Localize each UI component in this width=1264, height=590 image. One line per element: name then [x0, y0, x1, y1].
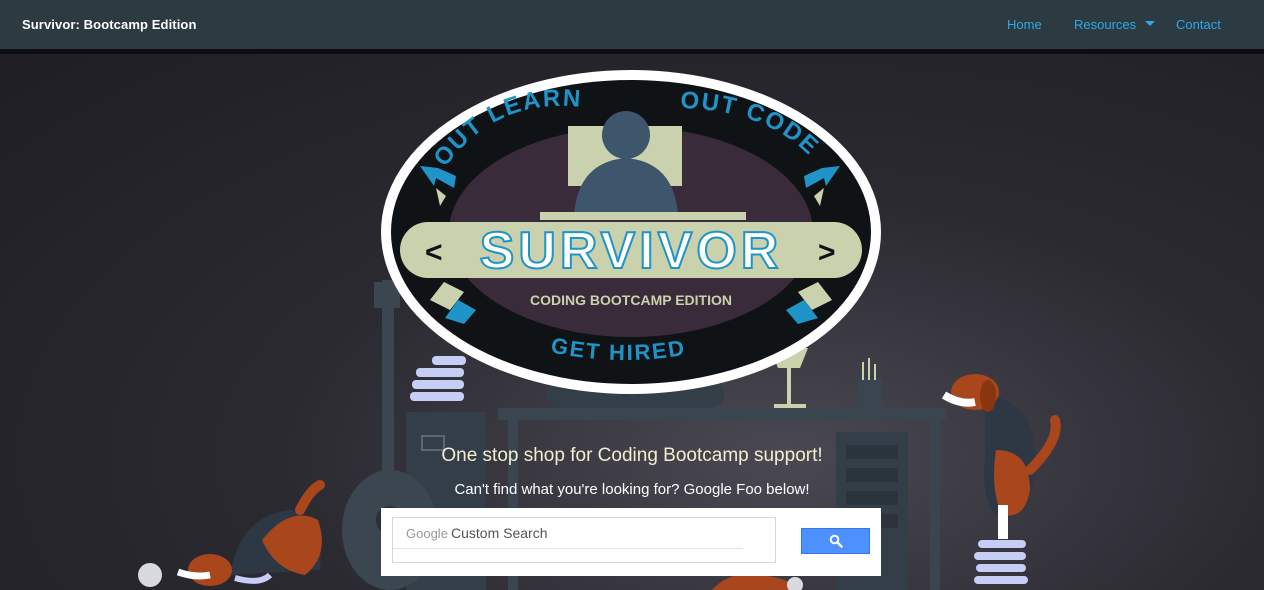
hero-tagline: One stop shop for Coding Bootcamp suppor…: [441, 445, 823, 466]
dog-left: [138, 480, 325, 587]
search-box[interactable]: Google Custom Search: [392, 517, 776, 563]
search-button[interactable]: [801, 528, 870, 554]
logo-subtitle: CODING BOOTCAMP EDITION: [530, 292, 732, 308]
search-icon: [829, 534, 843, 548]
top-navbar: Survivor: Bootcamp Edition Home Resource…: [0, 0, 1264, 54]
hero-subtagline: Can't find what you're looking for? Goog…: [454, 481, 810, 498]
svg-text:<: <: [425, 236, 443, 269]
book-stack-right: [974, 540, 1028, 584]
book-stack-left: [410, 356, 466, 401]
nav-resources-link[interactable]: Resources: [1074, 17, 1136, 32]
survivor-logo: OUT LEARN OUT CODE < > SURVIVOR CODING B…: [381, 70, 881, 394]
search-placeholder: Custom Search: [451, 525, 548, 541]
google-search-panel: Google Custom Search: [381, 508, 881, 576]
logo-title: SURVIVOR: [480, 222, 783, 280]
svg-text:>: >: [818, 236, 836, 269]
google-brand-label: Google: [406, 526, 448, 541]
navbar-brand[interactable]: Survivor: Bootcamp Edition: [22, 17, 197, 32]
nav-home-link[interactable]: Home: [1007, 17, 1042, 32]
nav-contact-link[interactable]: Contact: [1176, 17, 1221, 32]
dropdown-caret-icon[interactable]: [1145, 21, 1155, 26]
dog-center-partial: [712, 574, 803, 590]
